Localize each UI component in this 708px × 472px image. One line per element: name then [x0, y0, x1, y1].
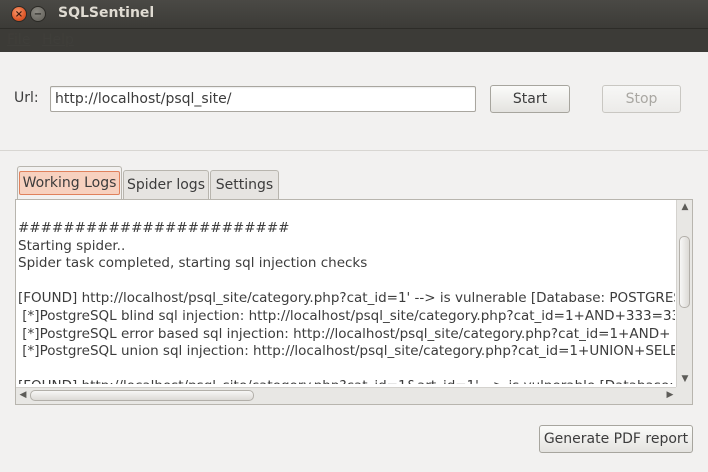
vertical-scroll-thumb[interactable] [679, 236, 690, 308]
arrow-down-icon[interactable]: ▼ [678, 374, 692, 384]
arrow-left-icon[interactable]: ◀ [16, 390, 30, 400]
tab-working-logs-label: Working Logs [18, 171, 121, 195]
horizontal-scroll-thumb[interactable] [30, 390, 254, 401]
start-button[interactable]: Start [490, 85, 570, 113]
tab-spider-logs[interactable]: Spider logs [123, 170, 209, 200]
scroll-corner [676, 387, 692, 404]
generate-pdf-report-button[interactable]: Generate PDF report [539, 425, 693, 453]
tab-working-logs[interactable]: Working Logs [17, 166, 122, 201]
log-line: ######################## [18, 220, 290, 236]
log-line: Starting spider.. [18, 237, 126, 254]
log-line: [*]PostgreSQL blind sql injection: http:… [18, 307, 675, 324]
log-line: [*]PostgreSQL error based sql injection:… [18, 325, 671, 342]
menu-file[interactable]: File [7, 32, 30, 48]
menu-help[interactable]: Help [42, 32, 74, 48]
window-title: SQLSentinel [58, 5, 155, 21]
url-label: Url: [14, 90, 39, 106]
log-line: [FOUND] http://localhost/psql_site/categ… [18, 290, 675, 307]
arrow-up-icon[interactable]: ▲ [678, 202, 692, 212]
close-icon[interactable]: × [11, 6, 27, 22]
log-panel: ######################## Starting spider.… [15, 199, 693, 405]
url-input[interactable] [50, 86, 476, 112]
tab-settings[interactable]: Settings [210, 170, 279, 200]
arrow-right-icon[interactable]: ▶ [663, 390, 677, 400]
log-line: [FOUND] http://localhost/psql_site/categ… [18, 378, 675, 384]
log-output[interactable]: ######################## Starting spider.… [18, 220, 675, 384]
vertical-scrollbar[interactable]: ▲ ▼ [676, 200, 692, 388]
title-bar: × − SQLSentinel [0, 0, 708, 29]
separator [0, 150, 708, 151]
log-line: [*]PostgreSQL union sql injection: http:… [18, 343, 675, 360]
menu-bar: File Help [0, 29, 708, 52]
log-line: Spider task completed, starting sql inje… [18, 255, 368, 272]
minimize-icon[interactable]: − [30, 6, 46, 22]
horizontal-scrollbar[interactable]: ◀ ▶ [16, 387, 677, 404]
stop-button: Stop [602, 85, 681, 113]
